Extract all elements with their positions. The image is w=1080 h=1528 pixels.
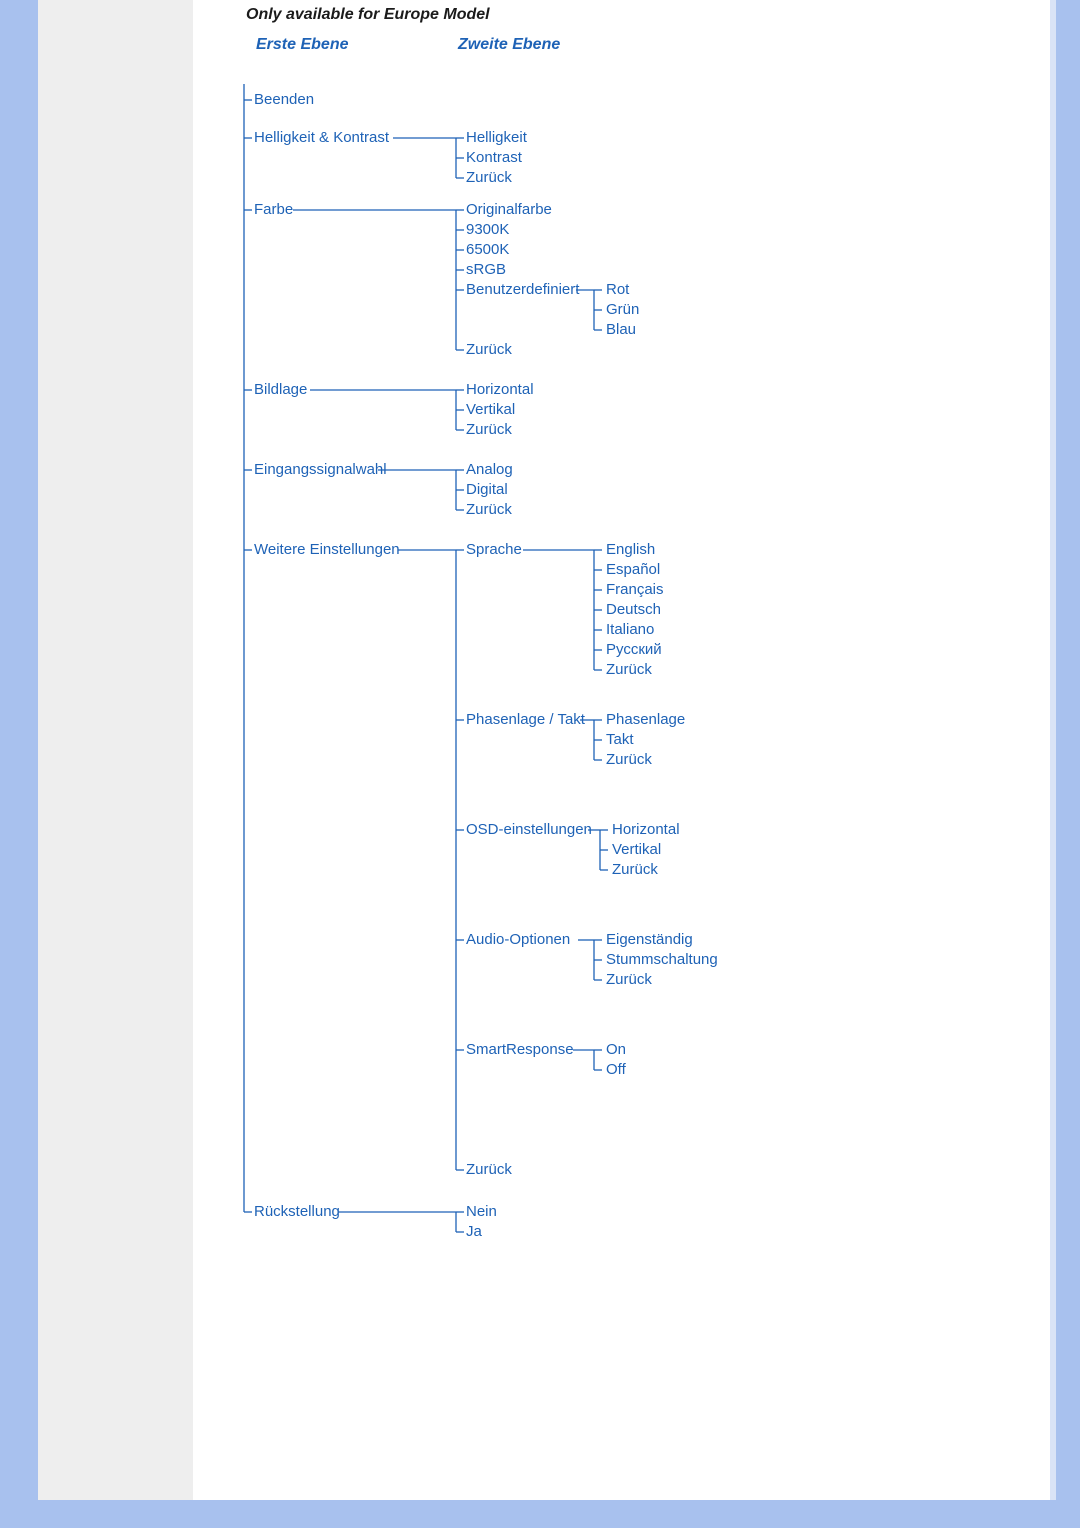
l1-bildlage: Bildlage bbox=[254, 381, 307, 398]
rueck-ja: Ja bbox=[466, 1223, 483, 1240]
l1-weitere: Weitere Einstellungen bbox=[254, 541, 400, 558]
osd-h: Horizontal bbox=[612, 821, 680, 838]
l1-beenden: Beenden bbox=[254, 91, 314, 108]
weitere-smart: SmartResponse bbox=[466, 1041, 574, 1058]
pt-phase: Phasenlage bbox=[606, 711, 685, 728]
eingang-digital: Digital bbox=[466, 481, 508, 498]
lang-en: English bbox=[606, 541, 655, 558]
pt-takt: Takt bbox=[606, 731, 634, 748]
osd-v: Vertikal bbox=[612, 841, 661, 858]
lang-zurueck: Zurück bbox=[606, 661, 652, 678]
weitere-osd: OSD-einstellungen bbox=[466, 821, 592, 838]
smart-on: On bbox=[606, 1041, 626, 1058]
l1-rueck: Rückstellung bbox=[254, 1203, 340, 1220]
lang-fr: Français bbox=[606, 581, 664, 598]
eingang-zurueck: Zurück bbox=[466, 501, 512, 518]
weitere-zurueck: Zurück bbox=[466, 1161, 512, 1178]
bildlage-horizontal: Horizontal bbox=[466, 381, 534, 398]
farbe-original: Originalfarbe bbox=[466, 201, 552, 218]
pt-zurueck: Zurück bbox=[606, 751, 652, 768]
hk-kontrast: Kontrast bbox=[466, 149, 523, 166]
farbe-srgb: sRGB bbox=[466, 261, 506, 278]
l1-farbe: Farbe bbox=[254, 201, 293, 218]
lang-it: Italiano bbox=[606, 621, 654, 638]
osd-z: Zurück bbox=[612, 861, 658, 878]
farbe-rot: Rot bbox=[606, 281, 630, 298]
hk-zurueck: Zurück bbox=[466, 169, 512, 186]
farbe-gruen: Grün bbox=[606, 301, 639, 318]
bildlage-zurueck: Zurück bbox=[466, 421, 512, 438]
weitere-phasetakt: Phasenlage / Takt bbox=[466, 711, 586, 728]
document-page: Only available for Europe Model Erste Eb… bbox=[38, 0, 1056, 1500]
audio-z: Zurück bbox=[606, 971, 652, 988]
column-header-second: Zweite Ebene bbox=[458, 36, 560, 54]
farbe-6500: 6500K bbox=[466, 241, 509, 258]
lang-ru: Русский bbox=[606, 641, 662, 658]
column-header-first: Erste Ebene bbox=[256, 36, 348, 54]
farbe-benutzer: Benutzerdefiniert bbox=[466, 281, 580, 298]
bildlage-vertikal: Vertikal bbox=[466, 401, 515, 418]
audio-eigen: Eigenständig bbox=[606, 931, 693, 948]
lang-de: Deutsch bbox=[606, 601, 661, 618]
osd-tree-diagram: Beenden Helligkeit & Kontrast Helligkeit… bbox=[238, 70, 878, 1290]
weitere-audio: Audio-Optionen bbox=[466, 931, 570, 948]
hk-helligkeit: Helligkeit bbox=[466, 129, 528, 146]
left-gutter bbox=[38, 0, 193, 1500]
eingang-analog: Analog bbox=[466, 461, 513, 478]
smart-off: Off bbox=[606, 1061, 627, 1078]
page-title: Only available for Europe Model bbox=[246, 6, 490, 24]
weitere-sprache: Sprache bbox=[466, 541, 522, 558]
lang-es: Español bbox=[606, 561, 660, 578]
farbe-9300: 9300K bbox=[466, 221, 509, 238]
l1-helligkeit-kontrast: Helligkeit & Kontrast bbox=[254, 129, 390, 146]
farbe-zurueck: Zurück bbox=[466, 341, 512, 358]
audio-stumm: Stummschaltung bbox=[606, 951, 718, 968]
rueck-nein: Nein bbox=[466, 1203, 497, 1220]
l1-eingang: Eingangssignalwahl bbox=[254, 461, 387, 478]
farbe-blau: Blau bbox=[606, 321, 636, 338]
